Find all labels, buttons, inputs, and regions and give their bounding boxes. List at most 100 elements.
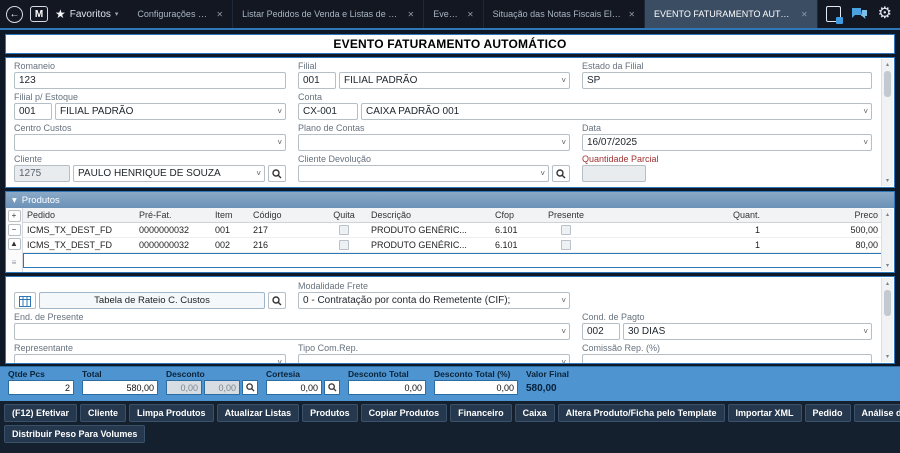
cliente-code-input[interactable]: 1275 xyxy=(14,165,70,182)
remove-row-button[interactable]: − xyxy=(8,224,21,236)
altera-produto-template-button[interactable]: Altera Produto/Ficha pelo Template xyxy=(558,404,725,422)
add-row-button[interactable]: + xyxy=(8,210,21,222)
col-quant[interactable]: Quant. xyxy=(595,208,764,222)
settings-gear-icon[interactable]: ⚙ xyxy=(878,6,892,22)
close-icon[interactable]: ✕ xyxy=(801,10,808,19)
cliente-button[interactable]: Cliente xyxy=(80,404,126,422)
quita-checkbox[interactable] xyxy=(339,225,349,235)
modalidade-frete-select[interactable]: 0 - Contratação por conta do Remetente (… xyxy=(298,292,570,309)
scroll-down-icon[interactable]: ▾ xyxy=(886,353,889,360)
panel2-scrollbar[interactable]: ▴ ▾ xyxy=(881,278,893,362)
pedido-button[interactable]: Pedido xyxy=(805,404,851,422)
scrollbar-thumb[interactable] xyxy=(884,290,891,316)
chat-icon[interactable] xyxy=(851,7,868,21)
col-presente[interactable]: Presente xyxy=(537,208,595,222)
analise-credito-button[interactable]: Análise de Crédito xyxy=(854,404,900,422)
form-scrollbar[interactable]: ▴ ▾ xyxy=(881,59,893,186)
table-row[interactable]: ICMS_TX_DEST_FD 0000000032 002 216 PRODU… xyxy=(23,238,882,253)
col-cfop[interactable]: Cfop xyxy=(491,208,537,222)
col-quita[interactable]: Quita xyxy=(321,208,367,222)
scroll-up-icon[interactable]: ▴ xyxy=(886,280,889,287)
clipboard-icon[interactable] xyxy=(826,6,841,22)
quita-checkbox[interactable] xyxy=(339,240,349,250)
col-pre-fat[interactable]: Pré-Fat. xyxy=(135,208,211,222)
close-icon[interactable]: ✕ xyxy=(408,10,415,19)
centro-custos-select[interactable]: ˅ xyxy=(14,134,286,151)
data-select[interactable]: 16/07/2025 ˅ xyxy=(582,134,872,151)
cortesia-field[interactable]: 0,00 xyxy=(266,380,322,395)
scroll-down-icon[interactable]: ▾ xyxy=(886,262,889,269)
limpa-produtos-button[interactable]: Limpa Produtos xyxy=(129,404,214,422)
grid-table-button[interactable] xyxy=(14,292,36,309)
cond-pagto-code-input[interactable]: 002 xyxy=(582,323,620,340)
cliente-devolucao-search-button[interactable] xyxy=(552,165,570,182)
grid-scrollbar[interactable]: ▴ ▾ xyxy=(881,209,893,271)
desconto-field-2[interactable]: 0,00 xyxy=(204,380,240,395)
col-item[interactable]: Item xyxy=(211,208,249,222)
filial-code-input[interactable]: 001 xyxy=(298,72,336,89)
tab-configuracoes[interactable]: Configurações Ge... ✕ xyxy=(128,0,233,28)
tipo-com-rep-select[interactable]: ˅ xyxy=(298,354,570,364)
cliente-devolucao-select[interactable]: ˅ xyxy=(298,165,549,182)
cliente-search-button[interactable] xyxy=(268,165,286,182)
back-button[interactable]: ← xyxy=(6,6,23,23)
search-icon xyxy=(272,296,282,306)
col-descricao[interactable]: Descrição xyxy=(367,208,491,222)
app-logo[interactable]: M xyxy=(30,6,48,22)
tab-listar-pedidos[interactable]: Listar Pedidos de Venda e Listas de Casa… xyxy=(233,0,424,28)
importar-xml-button[interactable]: Importar XML xyxy=(728,404,802,422)
cond-pagto-select[interactable]: 30 DIAS ˅ xyxy=(623,323,872,340)
filial-estoque-code-input[interactable]: 001 xyxy=(14,103,52,120)
efetivar-button[interactable]: (F12) Efetivar xyxy=(4,404,77,422)
conta-select[interactable]: CAIXA PADRÃO 001 ˅ xyxy=(361,103,872,120)
conta-code-input[interactable]: CX-001 xyxy=(298,103,358,120)
caixa-button[interactable]: Caixa xyxy=(515,404,555,422)
representante-select[interactable]: ˅ xyxy=(14,354,286,364)
rateio-search-button[interactable] xyxy=(268,292,286,309)
search-icon xyxy=(556,169,566,179)
distribuir-peso-button[interactable]: Distribuir Peso Para Volumes xyxy=(4,425,145,443)
scroll-down-icon[interactable]: ▾ xyxy=(886,177,889,184)
desconto-total-field[interactable]: 0,00 xyxy=(348,380,426,395)
comissao-rep-input[interactable] xyxy=(582,354,872,364)
financeiro-button[interactable]: Financeiro xyxy=(450,404,512,422)
qtde-pcs-field[interactable]: 2 xyxy=(8,380,74,395)
col-codigo[interactable]: Código xyxy=(249,208,321,222)
scroll-up-icon[interactable]: ▴ xyxy=(886,211,889,218)
estado-filial-input[interactable]: SP xyxy=(582,72,872,89)
filial-select[interactable]: FILIAL PADRÃO ˅ xyxy=(339,72,570,89)
col-pedido[interactable]: Pedido xyxy=(23,208,135,222)
col-preco[interactable]: Preco xyxy=(764,208,882,222)
end-presente-select[interactable]: ˅ xyxy=(14,323,570,340)
copiar-produtos-button[interactable]: Copiar Produtos xyxy=(361,404,448,422)
close-icon[interactable]: ✕ xyxy=(216,10,223,19)
scrollbar-thumb[interactable] xyxy=(884,71,891,97)
scroll-up-icon[interactable]: ▴ xyxy=(886,61,889,68)
romaneio-input[interactable]: 123 xyxy=(14,72,286,89)
desconto-search-button[interactable] xyxy=(242,380,258,395)
move-up-button[interactable]: ▲ xyxy=(8,238,21,250)
filial-estoque-select[interactable]: FILIAL PADRÃO ˅ xyxy=(55,103,286,120)
desconto-field-1[interactable]: 0,00 xyxy=(166,380,202,395)
tab-situacao-notas[interactable]: Situação das Notas Fiscais Eletrô... ✕ xyxy=(484,0,645,28)
tab-evento-faturamento[interactable]: EVENTO FATURAMENTO AUTOMÁ... ✕ xyxy=(645,0,818,28)
insert-row[interactable] xyxy=(23,253,882,268)
presente-checkbox[interactable] xyxy=(561,225,571,235)
cliente-select[interactable]: PAULO HENRIQUE DE SOUZA ˅ xyxy=(73,165,265,182)
desconto-total-pct-field[interactable]: 0,00 xyxy=(434,380,518,395)
total-field[interactable]: 580,00 xyxy=(82,380,158,395)
tab-evento[interactable]: Event... ✕ xyxy=(424,0,483,28)
atualizar-listas-button[interactable]: Atualizar Listas xyxy=(217,404,300,422)
plano-contas-select[interactable]: ˅ xyxy=(298,134,570,151)
presente-checkbox[interactable] xyxy=(561,240,571,250)
favoritos-menu[interactable]: ★ Favoritos ▾ xyxy=(55,7,118,21)
close-icon[interactable]: ✕ xyxy=(467,10,474,19)
produtos-section-header[interactable]: ▾ Produtos xyxy=(6,192,894,208)
table-row[interactable]: ICMS_TX_DEST_FD 0000000032 001 217 PRODU… xyxy=(23,223,882,238)
cortesia-search-button[interactable] xyxy=(324,380,340,395)
close-icon[interactable]: ✕ xyxy=(628,10,635,19)
quantidade-parcial-input[interactable] xyxy=(582,165,646,182)
tabela-rateio-button[interactable]: Tabela de Rateio C. Custos xyxy=(39,292,265,309)
produtos-button[interactable]: Produtos xyxy=(302,404,358,422)
chevron-down-icon: ˅ xyxy=(277,358,282,364)
